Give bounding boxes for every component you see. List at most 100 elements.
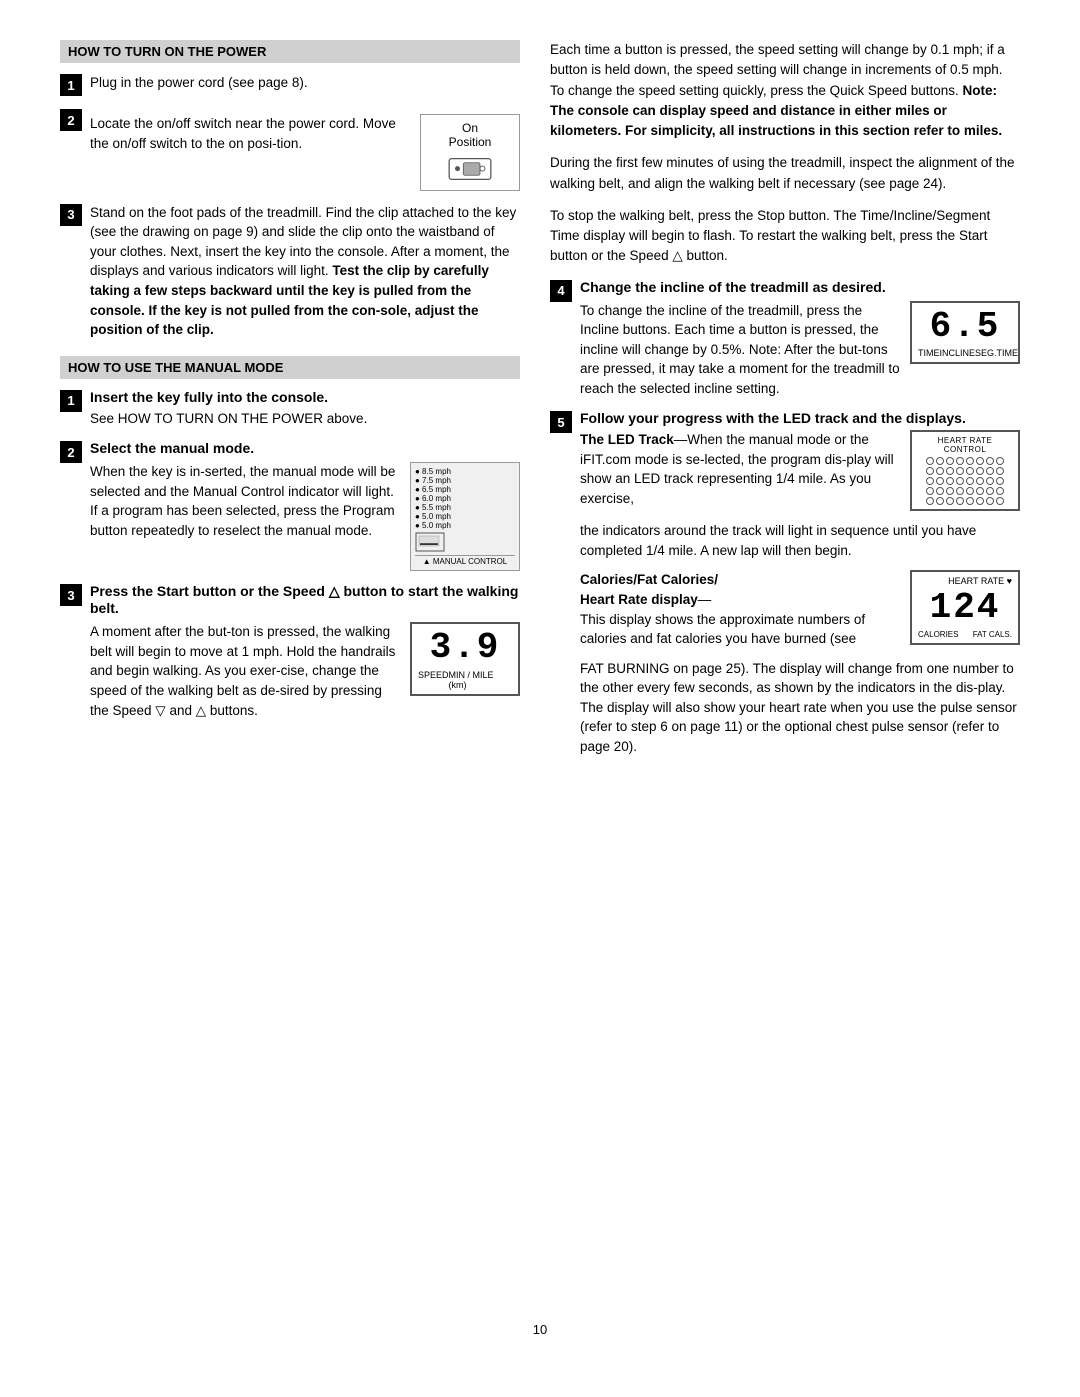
- speed-display-number: 3.9: [418, 628, 512, 668]
- right-para3: To stop the walking belt, press the Stop…: [550, 206, 1020, 267]
- led-dot: [986, 467, 994, 475]
- led-dot: [946, 487, 954, 495]
- manual-step-2-title: Select the manual mode.: [90, 440, 520, 456]
- led-dot: [966, 497, 974, 505]
- manual-step-3: 3 Press the Start button or the Speed △ …: [60, 583, 520, 720]
- power-step-3-text: Stand on the foot pads of the treadmill.…: [90, 203, 520, 340]
- led-track-diagram: HEART RATE CONTROL: [910, 430, 1020, 511]
- led-dot: [926, 467, 934, 475]
- led-dot: [956, 497, 964, 505]
- speed-item: ● 6.5 mph: [415, 485, 515, 494]
- on-position-diagram: OnPosition: [420, 114, 520, 191]
- page: HOW TO TURN ON THE POWER 1 Plug in the p…: [0, 0, 1080, 1397]
- calories-section: Calories/Fat Calories/Heart Rate display…: [580, 570, 1020, 648]
- step-num-1: 1: [60, 74, 82, 96]
- right-para1: Each time a button is pressed, the speed…: [550, 40, 1020, 141]
- led-dot: [976, 457, 984, 465]
- led-row-1: [926, 457, 1004, 465]
- led-dot: [936, 467, 944, 475]
- led-dot: [936, 477, 944, 485]
- step-num-3: 3: [60, 204, 82, 226]
- speed-display-labels: SPEED MIN / MILE (km): [418, 670, 512, 690]
- manual-step-1-title: Insert the key fully into the console.: [90, 389, 520, 405]
- left-column: HOW TO TURN ON THE POWER 1 Plug in the p…: [60, 40, 520, 1302]
- speed-list: ● 8.5 mph ● 7.5 mph ● 6.5 mph ● 6.0 mph …: [415, 467, 515, 530]
- manual-step-2-text: When the key is in-serted, the manual mo…: [90, 462, 400, 540]
- led-dot: [936, 487, 944, 495]
- manual-indicator-svg: ▬▬▬: [415, 532, 445, 552]
- speed-item: ● 5.0 mph: [415, 512, 515, 521]
- led-dot: [956, 477, 964, 485]
- manual-step-3-content: Press the Start button or the Speed △ bu…: [90, 583, 520, 720]
- right-step-4-textblock: To change the incline of the treadmill, …: [580, 301, 900, 399]
- manual-step-2-inner: When the key is in-serted, the manual mo…: [90, 462, 520, 571]
- cal-header: HEART RATE ♥: [918, 576, 1012, 586]
- on-position-label: OnPosition: [449, 121, 492, 150]
- cal-label-calories: CALORIES: [918, 630, 958, 639]
- led-dot: [956, 457, 964, 465]
- switch-drawing: [445, 154, 495, 184]
- led-dot: [986, 497, 994, 505]
- speed-display-diagram: 3.9 SPEED MIN / MILE (km): [410, 622, 520, 696]
- led-dot: [996, 467, 1004, 475]
- led-grid: [918, 457, 1012, 505]
- manual-step-3-text: A moment after the but-ton is pressed, t…: [90, 622, 400, 720]
- speed-label-right: MIN / MILE (km): [449, 670, 512, 690]
- right-step-5-content: Follow your progress with the LED track …: [580, 410, 1020, 756]
- manual-step-1-content: Insert the key fully into the console. S…: [90, 389, 520, 429]
- speed-item: ● 7.5 mph: [415, 476, 515, 485]
- speed-item: ● 8.5 mph: [415, 467, 515, 476]
- calories-text: Calories/Fat Calories/Heart Rate display…: [580, 570, 898, 648]
- power-step-3-content: Stand on the foot pads of the treadmill.…: [90, 203, 520, 340]
- led-dot: [976, 467, 984, 475]
- led-dot: [926, 497, 934, 505]
- led-dot: [926, 487, 934, 495]
- led-dot: [956, 487, 964, 495]
- led-dot: [966, 457, 974, 465]
- calories-continue: FAT BURNING on page 25). The display wil…: [580, 659, 1020, 757]
- power-step-2: 2 Locate the on/off switch near the powe…: [60, 108, 520, 191]
- led-row-4: [926, 487, 1004, 495]
- led-track-section: The LED Track—When the manual mode or th…: [580, 430, 1020, 511]
- led-track-dash: —: [674, 432, 688, 447]
- cal-display-number: 124: [918, 588, 1012, 628]
- calories-text-block: Calories/Fat Calories/Heart Rate display…: [580, 570, 898, 648]
- manual-step-num-1: 1: [60, 390, 82, 412]
- right-step-4-content: Change the incline of the treadmill as d…: [580, 279, 1020, 399]
- led-dot: [996, 497, 1004, 505]
- section-power: HOW TO TURN ON THE POWER 1 Plug in the p…: [60, 40, 520, 340]
- led-dot: [966, 467, 974, 475]
- manual-control-label: ▲ MANUAL CONTROL: [415, 555, 515, 566]
- power-step-2-textblock: Locate the on/off switch near the power …: [90, 114, 410, 153]
- section-manual-header: HOW TO USE THE MANUAL MODE: [60, 356, 520, 379]
- power-step-2-text: Locate the on/off switch near the power …: [90, 114, 410, 153]
- incline-display-diagram: 6.5 TIME INCLINE SEG.TIME: [910, 301, 1020, 365]
- section-manual: HOW TO USE THE MANUAL MODE 1 Insert the …: [60, 356, 520, 720]
- right-step-4-text: To change the incline of the treadmill, …: [580, 301, 900, 399]
- right-step-4-inner: To change the incline of the treadmill, …: [580, 301, 1020, 399]
- page-number: 10: [60, 1322, 1020, 1337]
- led-dot: [946, 467, 954, 475]
- led-header: HEART RATE CONTROL: [918, 436, 1012, 454]
- incline-label-incline: INCLINE: [940, 348, 976, 358]
- incline-display-labels: TIME INCLINE SEG.TIME: [918, 348, 1012, 358]
- right-para1-normal: Each time a button is pressed, the speed…: [550, 42, 1005, 98]
- calories-display-diagram: HEART RATE ♥ 124 CALORIES FAT CALS.: [910, 570, 1020, 645]
- manual-step-3-inner: A moment after the but-ton is pressed, t…: [90, 622, 520, 720]
- incline-display-number: 6.5: [918, 307, 1012, 347]
- led-row-2: [926, 467, 1004, 475]
- section-power-header: HOW TO TURN ON THE POWER: [60, 40, 520, 63]
- calories-body1: This display shows the approximate numbe…: [580, 612, 865, 647]
- led-dot: [956, 467, 964, 475]
- led-dot: [996, 457, 1004, 465]
- led-dot: [946, 457, 954, 465]
- led-dot: [946, 477, 954, 485]
- led-dot: [946, 497, 954, 505]
- power-step-1: 1 Plug in the power cord (see page 8).: [60, 73, 520, 96]
- manual-step-num-3: 3: [60, 584, 82, 606]
- speed-item: ● 6.0 mph: [415, 494, 515, 503]
- led-track-continue: the indicators around the track will lig…: [580, 521, 1020, 560]
- led-track-title: The LED Track: [580, 432, 674, 447]
- svg-text:▬▬▬: ▬▬▬: [420, 541, 438, 547]
- manual-step-2: 2 Select the manual mode. When the key i…: [60, 440, 520, 571]
